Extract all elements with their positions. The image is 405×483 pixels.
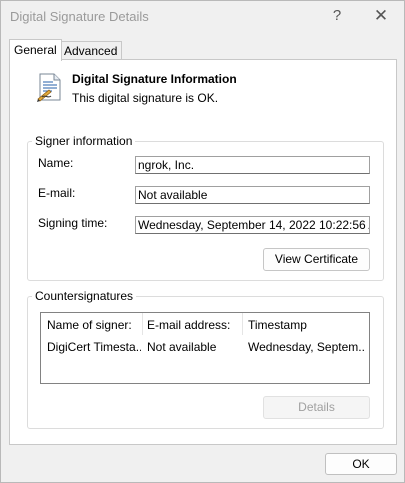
- countersignatures-group: Countersignatures Name of signer: E-mail…: [27, 289, 384, 429]
- signing-time-field[interactable]: Wednesday, September 14, 2022 10:22:56 A…: [135, 216, 370, 234]
- email-label: E-mail:: [38, 186, 76, 200]
- row-email: Not available: [147, 340, 217, 354]
- signer-information-group: Signer information Name: ngrok, Inc. E-m…: [27, 134, 384, 281]
- countersignatures-list[interactable]: Name of signer: E-mail address: Timestam…: [40, 312, 370, 384]
- signed-document-icon: [35, 72, 65, 102]
- general-tab-panel: Digital Signature Information This digit…: [9, 59, 397, 445]
- column-header-email[interactable]: E-mail address:: [147, 318, 230, 332]
- signature-status-text: This digital signature is OK.: [72, 91, 219, 105]
- countersignatures-group-label: Countersignatures: [32, 289, 137, 303]
- tab-advanced[interactable]: Advanced: [59, 41, 123, 60]
- title-bar: Digital Signature Details ? ✕: [1, 1, 404, 33]
- column-header-timestamp[interactable]: Timestamp: [248, 318, 307, 332]
- name-field[interactable]: ngrok, Inc.: [135, 156, 370, 174]
- signing-time-label: Signing time:: [38, 216, 108, 230]
- column-header-name[interactable]: Name of signer:: [47, 318, 132, 332]
- list-header: Name of signer: E-mail address: Timestam…: [41, 313, 369, 335]
- close-button[interactable]: ✕: [369, 5, 393, 27]
- row-timestamp: Wednesday, Septem...: [248, 340, 366, 354]
- window-title: Digital Signature Details: [10, 9, 149, 24]
- column-divider[interactable]: [242, 313, 243, 335]
- email-field[interactable]: Not available: [135, 186, 370, 204]
- ok-button[interactable]: OK: [325, 453, 397, 475]
- tab-general[interactable]: General: [9, 39, 62, 61]
- name-label: Name:: [38, 156, 74, 170]
- view-certificate-button[interactable]: View Certificate: [263, 248, 370, 271]
- row-signer-name: DigiCert Timesta...: [47, 340, 141, 354]
- signer-group-label: Signer information: [32, 134, 136, 148]
- help-button[interactable]: ?: [327, 5, 347, 27]
- signature-info-title: Digital Signature Information: [72, 72, 237, 86]
- list-row[interactable]: DigiCert Timesta... Not available Wednes…: [41, 337, 369, 357]
- digital-signature-details-dialog: Digital Signature Details ? ✕ General Ad…: [0, 0, 405, 483]
- details-button[interactable]: Details: [263, 396, 370, 419]
- column-divider[interactable]: [142, 313, 143, 335]
